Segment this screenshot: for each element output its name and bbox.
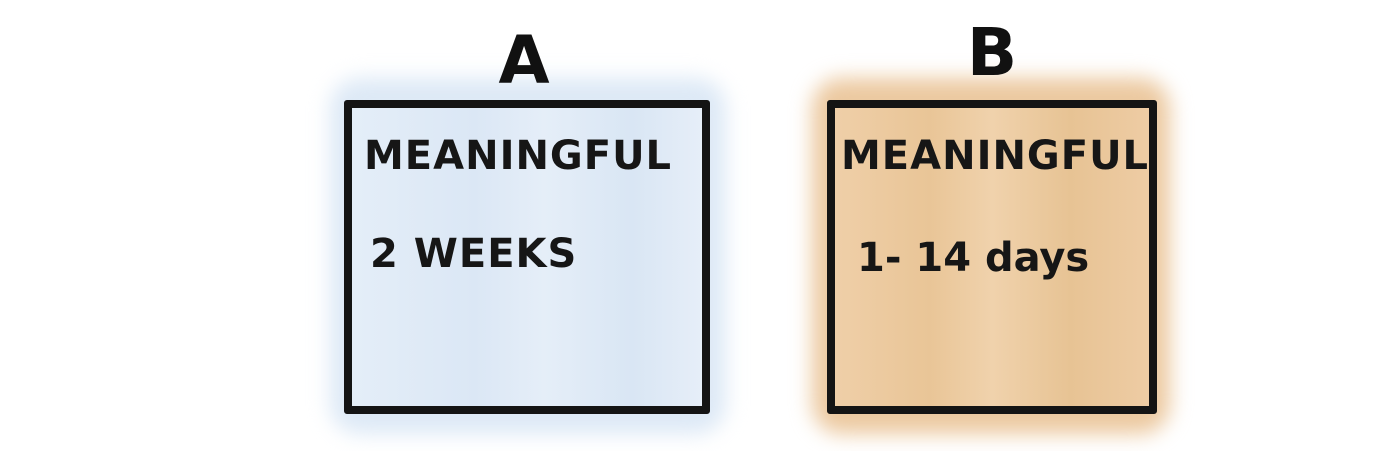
option-a-title: MEANINGFUL — [364, 133, 673, 179]
option-b-card: MEANINGFUL 1- 14 days — [827, 100, 1157, 414]
option-b-letter: B — [966, 14, 1018, 91]
option-a-value: 2 WEEKS — [370, 231, 578, 277]
option-b-title: MEANINGFUL — [841, 133, 1150, 179]
option-a-letter: A — [498, 22, 550, 99]
option-a-card: MEANINGFUL 2 WEEKS — [344, 100, 710, 414]
option-b-value: 1- 14 days — [857, 235, 1090, 281]
